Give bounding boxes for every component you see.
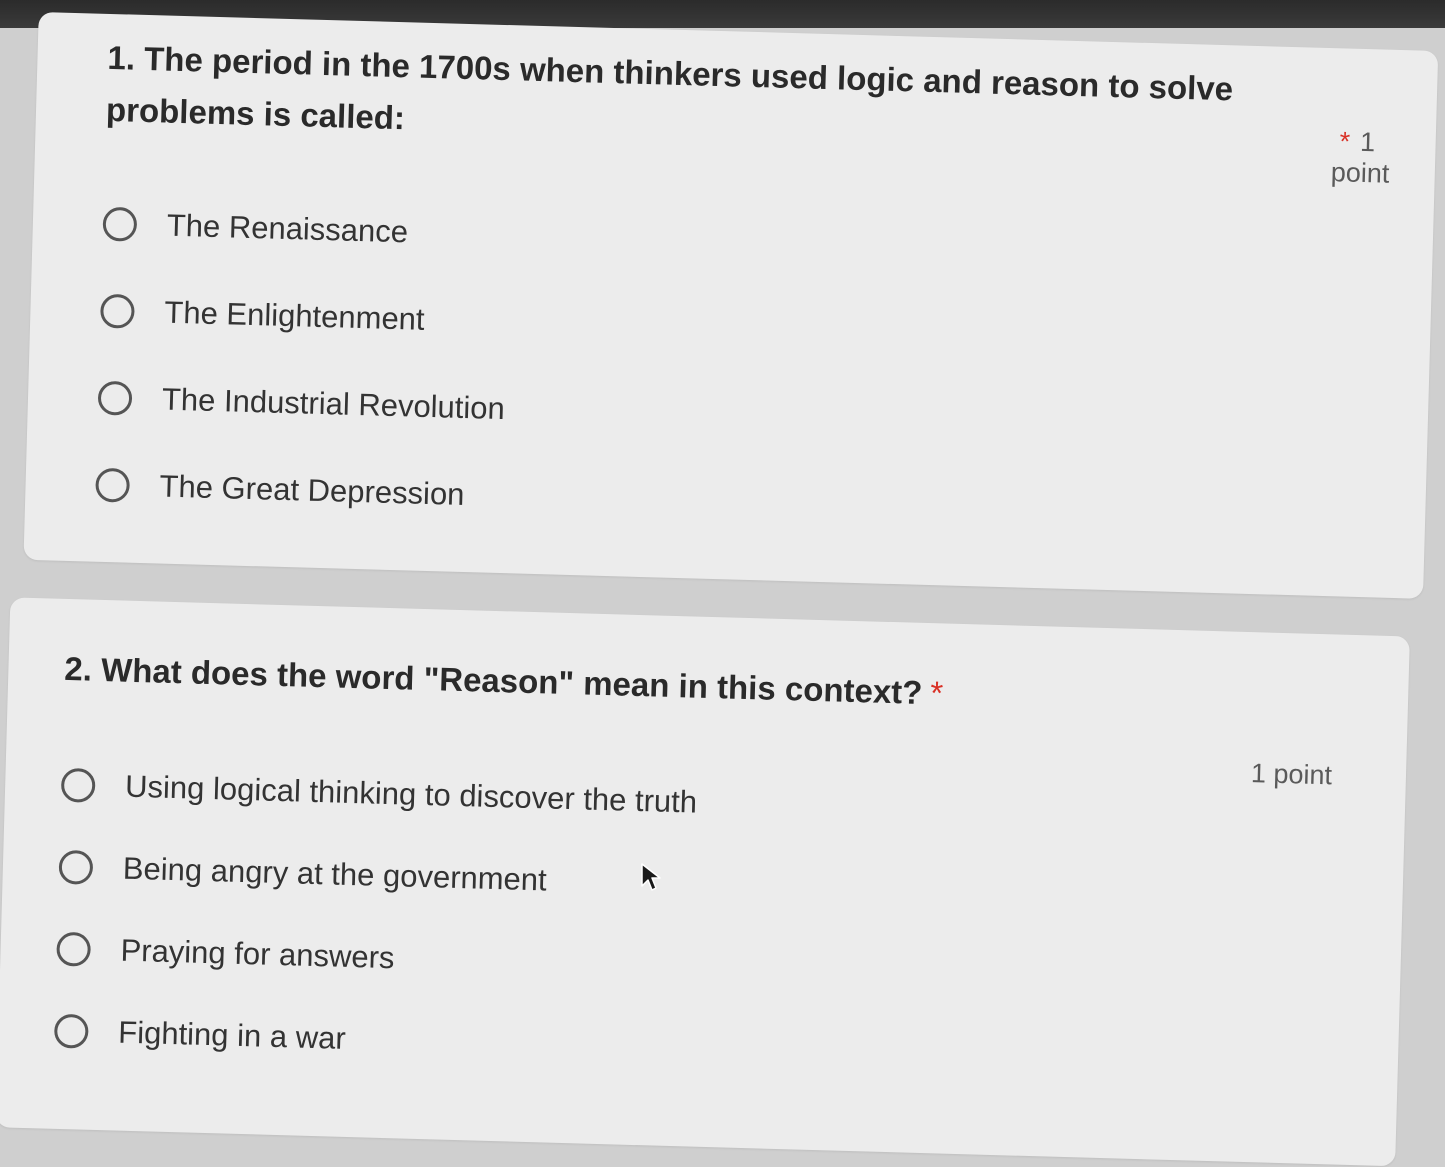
radio-unchecked-icon[interactable] xyxy=(56,931,92,967)
question-1-text: 1. The period in the 1700s when thinkers… xyxy=(105,38,1234,137)
question-2-required-mark: * xyxy=(929,674,944,712)
radio-unchecked-icon[interactable] xyxy=(99,293,135,329)
question-1-option-renaissance[interactable]: The Renaissance xyxy=(102,206,409,251)
mouse-pointer-icon xyxy=(641,863,661,891)
option-label: Praying for answers xyxy=(120,932,395,976)
question-1-required-mark: * xyxy=(1339,126,1351,157)
question-2-text: 2. What does the word "Reason" mean in t… xyxy=(63,649,923,711)
radio-unchecked-icon[interactable] xyxy=(60,767,96,803)
question-1-option-industrial-revolution[interactable]: The Industrial Revolution xyxy=(97,380,506,427)
question-2-option-angry-government[interactable]: Being angry at the government xyxy=(58,849,547,899)
question-card-1: 1. The period in the 1700s when thinkers… xyxy=(23,11,1439,599)
radio-unchecked-icon[interactable] xyxy=(58,849,94,885)
question-card-2: 2. What does the word "Reason" mean in t… xyxy=(0,597,1410,1167)
question-2-title: 2. What does the word "Reason" mean in t… xyxy=(64,643,1065,723)
question-2-option-fighting[interactable]: Fighting in a war xyxy=(53,1013,347,1057)
question-2-points-label: 1 point xyxy=(1250,758,1333,791)
option-label: The Enlightenment xyxy=(163,294,426,337)
question-2-points: 1 point xyxy=(1251,758,1333,791)
question-1-option-enlightenment[interactable]: The Enlightenment xyxy=(99,293,426,338)
radio-unchecked-icon[interactable] xyxy=(102,206,138,242)
radio-unchecked-icon[interactable] xyxy=(97,380,133,416)
question-2-option-praying[interactable]: Praying for answers xyxy=(56,931,395,976)
option-label: Being angry at the government xyxy=(122,850,548,898)
radio-unchecked-icon[interactable] xyxy=(95,467,131,503)
question-1-points: * 1 point xyxy=(1330,126,1436,191)
option-label: Using logical thinking to discover the t… xyxy=(124,768,698,820)
form-page: 1. The period in the 1700s when thinkers… xyxy=(0,0,1445,1167)
option-label: The Industrial Revolution xyxy=(161,381,506,427)
question-1-title: 1. The period in the 1700s when thinkers… xyxy=(105,32,1237,168)
question-1-option-great-depression[interactable]: The Great Depression xyxy=(95,467,465,513)
question-2-option-logical-thinking[interactable]: Using logical thinking to discover the t… xyxy=(60,767,698,821)
option-label: The Renaissance xyxy=(166,207,409,250)
option-label: The Great Depression xyxy=(159,468,465,513)
radio-unchecked-icon[interactable] xyxy=(53,1013,89,1049)
option-label: Fighting in a war xyxy=(117,1014,347,1056)
